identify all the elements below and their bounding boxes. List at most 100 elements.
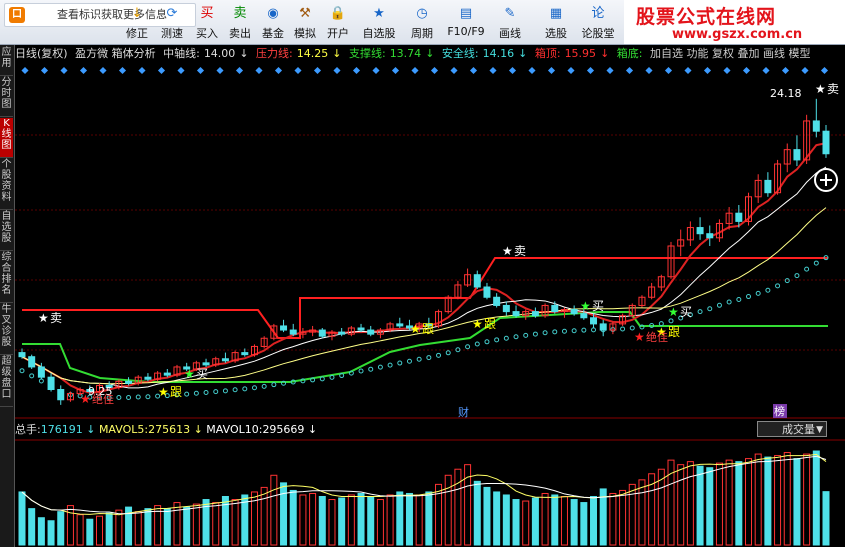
ma30-dot bbox=[542, 330, 548, 336]
ma30-dot bbox=[813, 260, 819, 266]
volume-bar bbox=[774, 455, 782, 546]
signal-diamond bbox=[40, 66, 49, 75]
signal-diamond bbox=[645, 66, 653, 75]
volume-bar bbox=[105, 512, 113, 546]
volume-bar bbox=[493, 491, 501, 546]
ma30-dot bbox=[794, 273, 800, 279]
sell-signal-label: 卖 bbox=[827, 82, 839, 96]
signal-diamond bbox=[391, 66, 400, 75]
ma30-dot bbox=[222, 388, 228, 394]
sell-signal-label: 卖 bbox=[50, 311, 62, 325]
volume-bar bbox=[570, 499, 578, 546]
signal-diamond bbox=[606, 66, 614, 75]
ma30-dot bbox=[426, 355, 432, 361]
buy-star-icon: ★ bbox=[668, 305, 679, 319]
volume-bar bbox=[754, 453, 762, 546]
ma30-dot bbox=[503, 335, 509, 341]
ma10-line bbox=[21, 166, 827, 389]
bottom-star-icon: ★ bbox=[634, 330, 645, 344]
volume-bar bbox=[144, 508, 152, 546]
signal-diamond bbox=[157, 66, 166, 75]
signal-diamond bbox=[352, 66, 361, 75]
ma30-dot bbox=[746, 294, 752, 300]
volume-bar bbox=[134, 511, 142, 546]
rank-marker: 榜 bbox=[774, 404, 785, 418]
ma30-dot bbox=[232, 387, 238, 393]
candle-body bbox=[793, 149, 801, 161]
volume-bar bbox=[163, 508, 171, 546]
signal-diamond bbox=[528, 66, 536, 75]
candle-body bbox=[144, 376, 152, 380]
candle-body bbox=[493, 296, 501, 306]
volume-bar bbox=[425, 491, 433, 546]
candle-body bbox=[512, 311, 520, 317]
signal-diamond bbox=[567, 66, 575, 75]
ma30-dot bbox=[716, 302, 722, 308]
ma30-dot bbox=[406, 358, 412, 364]
volume-bar bbox=[590, 496, 598, 546]
ma30-dot bbox=[620, 326, 626, 332]
volume-bar bbox=[338, 497, 346, 546]
ma30-dot bbox=[193, 390, 199, 396]
volume-bar bbox=[803, 453, 811, 546]
signal-diamond bbox=[138, 66, 146, 75]
kline-chart[interactable]: 24.189.25★ 卖★ 卖★ 卖★ 买★ 买 ★ 买★ 跟★ 跟 ★ 跟★ 跟★ 绝佳★ 绝佳财榜 bbox=[0, 0, 845, 547]
signal-diamond bbox=[196, 66, 205, 75]
bottom-signal-label: 绝佳 bbox=[92, 392, 114, 406]
volume-bar bbox=[580, 502, 588, 546]
signal-diamond bbox=[255, 66, 263, 75]
volume-bar bbox=[192, 503, 200, 546]
volume-bar bbox=[638, 479, 646, 546]
candle-body bbox=[764, 179, 772, 194]
ma30-dot bbox=[552, 329, 558, 335]
volume-bar bbox=[444, 474, 452, 546]
signal-diamond bbox=[333, 66, 341, 75]
candle-body bbox=[125, 380, 133, 384]
volume-bar bbox=[822, 491, 830, 546]
buy-signal-label: 买 bbox=[196, 367, 208, 381]
volume-bar bbox=[619, 489, 627, 546]
volume-bar bbox=[677, 464, 685, 546]
signal-diamond bbox=[450, 66, 458, 75]
candle-body bbox=[18, 352, 26, 358]
mavol10-line bbox=[21, 455, 827, 515]
signal-diamond bbox=[79, 66, 88, 75]
volume-bar bbox=[396, 491, 404, 546]
volume-bar bbox=[212, 502, 220, 546]
signal-diamond bbox=[411, 66, 419, 75]
ma30-dot bbox=[416, 356, 422, 362]
follow-star-icon: ★ bbox=[472, 317, 483, 331]
buy-signal-label: 买 bbox=[592, 299, 604, 313]
signal-diamond bbox=[586, 66, 595, 75]
sell-star-icon: ★ bbox=[502, 244, 513, 258]
signal-diamond bbox=[430, 66, 439, 75]
candle-body bbox=[57, 389, 65, 401]
ma30-dot bbox=[116, 395, 122, 401]
ma30-dot bbox=[251, 385, 257, 391]
ma30-dot bbox=[261, 383, 267, 389]
follow-signal-label: 跟 bbox=[170, 385, 182, 399]
signal-diamond bbox=[547, 66, 556, 75]
ma30-dot bbox=[765, 287, 771, 293]
volume-bar bbox=[783, 452, 791, 546]
ma30-dot bbox=[484, 339, 490, 345]
signal-diamond bbox=[469, 66, 478, 75]
ma30-dot bbox=[707, 306, 713, 312]
volume-bar bbox=[280, 482, 288, 546]
ma30-dot bbox=[445, 350, 451, 356]
volume-bar bbox=[405, 492, 413, 546]
ma30-dot bbox=[532, 331, 538, 337]
ma30-dot bbox=[581, 327, 587, 333]
ma30-dot bbox=[271, 382, 277, 388]
volume-bar bbox=[28, 508, 36, 546]
volume-bar bbox=[551, 494, 559, 546]
candle-body bbox=[396, 323, 404, 327]
signal-diamond bbox=[762, 66, 770, 75]
ma30-dot bbox=[377, 364, 383, 370]
candle-body bbox=[599, 323, 607, 331]
volume-bar bbox=[47, 520, 55, 546]
candle-body bbox=[338, 331, 346, 335]
ma30-dot bbox=[368, 366, 374, 372]
signal-diamond bbox=[216, 66, 224, 75]
ma30-dot bbox=[668, 318, 674, 324]
